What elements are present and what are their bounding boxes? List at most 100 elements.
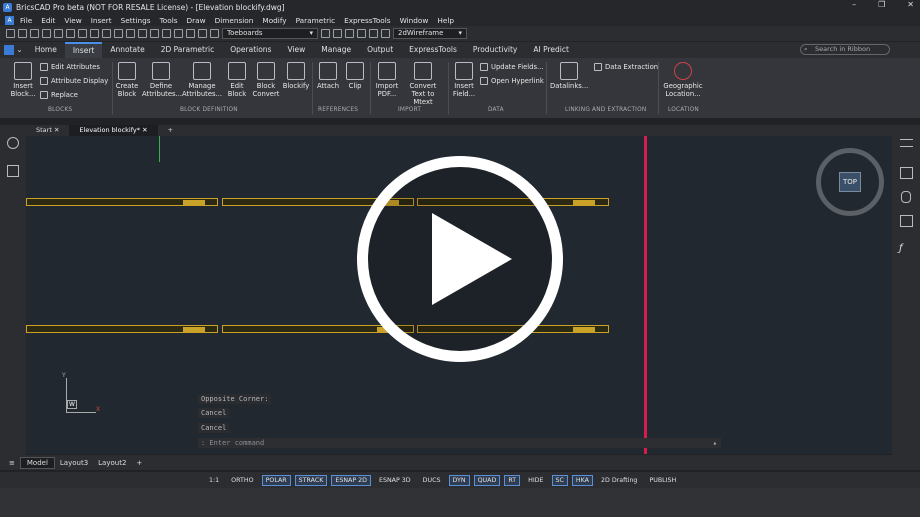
app-menu-button[interactable]: ⌄: [0, 42, 27, 58]
clip-button[interactable]: Clip: [344, 62, 366, 90]
save-icon[interactable]: [30, 29, 39, 38]
close-icon[interactable]: ✕: [142, 126, 147, 134]
workspace-selector[interactable]: 2D Drafting: [597, 475, 641, 486]
lightbulb-icon[interactable]: [7, 137, 19, 149]
color-icon[interactable]: [345, 29, 354, 38]
menu-file[interactable]: File: [20, 16, 32, 25]
annotation-scale[interactable]: 1:1: [205, 475, 223, 486]
print-preview-icon[interactable]: [66, 29, 75, 38]
library-icon[interactable]: [162, 29, 171, 38]
menu-view[interactable]: View: [64, 16, 81, 25]
menu-dimension[interactable]: Dimension: [215, 16, 254, 25]
datalinks-button[interactable]: Datalinks...: [550, 62, 588, 90]
polar-toggle[interactable]: POLAR: [261, 474, 291, 486]
tab-insert[interactable]: Insert: [64, 42, 103, 58]
tab-annotate[interactable]: Annotate: [102, 42, 152, 58]
chevron-up-icon[interactable]: ▴: [713, 438, 717, 448]
rt-toggle[interactable]: RT: [504, 474, 521, 486]
ortho-toggle[interactable]: ORTHO: [227, 475, 257, 486]
close-button[interactable]: ✕: [907, 0, 914, 9]
open-hyperlink-button[interactable]: Open Hyperlink: [480, 77, 544, 85]
import-pdf-button[interactable]: Import PDF...: [374, 62, 400, 98]
cut-icon[interactable]: [78, 29, 87, 38]
maximize-button[interactable]: ❐: [878, 0, 885, 9]
properties-panel-icon[interactable]: [900, 139, 913, 147]
hide-toggle[interactable]: HIDE: [524, 475, 547, 486]
tab-layout3[interactable]: Layout3: [55, 459, 93, 467]
esnap-3d-toggle[interactable]: ESNAP 3D: [375, 475, 415, 486]
redo-icon[interactable]: [186, 29, 195, 38]
layers-panel-icon[interactable]: [900, 167, 913, 179]
insert-block-button[interactable]: Insert Block...: [8, 62, 38, 98]
attachments-icon[interactable]: [901, 191, 911, 203]
menu-window[interactable]: Window: [400, 16, 429, 25]
layer-color-icon[interactable]: [210, 29, 219, 38]
define-attributes-button[interactable]: Define Attributes...: [142, 62, 182, 98]
dyn-toggle[interactable]: DYN: [448, 474, 470, 486]
toeboard-block[interactable]: [26, 325, 218, 333]
plot-style-icon[interactable]: [357, 29, 366, 38]
attribute-display-button[interactable]: Attribute Display: [40, 77, 108, 85]
tab-layout2[interactable]: Layout2: [93, 459, 131, 467]
publish-button[interactable]: PUBLISH: [645, 475, 680, 486]
properties-icon[interactable]: [126, 29, 135, 38]
update-fields-button[interactable]: Update Fields...: [480, 63, 544, 71]
esnap-2d-toggle[interactable]: ESNAP 2D: [331, 474, 371, 486]
blockify-button[interactable]: Blockify: [282, 62, 310, 90]
strack-toggle[interactable]: STRACK: [294, 474, 328, 486]
undo-icon[interactable]: [174, 29, 183, 38]
menu-insert[interactable]: Insert: [91, 16, 112, 25]
menu-draw[interactable]: Draw: [187, 16, 206, 25]
print-icon[interactable]: [54, 29, 63, 38]
tab-ai-predict[interactable]: AI Predict: [525, 42, 577, 58]
insert-field-button[interactable]: Insert Field...: [452, 62, 476, 98]
new-icon[interactable]: [6, 29, 15, 38]
lineweight-icon[interactable]: [333, 29, 342, 38]
close-icon[interactable]: ✕: [54, 126, 59, 134]
add-layout-plus-icon[interactable]: +: [131, 459, 147, 467]
menu-expresstools[interactable]: ExpressTools: [344, 16, 390, 25]
menu-parametric[interactable]: Parametric: [296, 16, 336, 25]
quad-toggle[interactable]: QUAD: [473, 474, 501, 486]
menu-edit[interactable]: Edit: [41, 16, 55, 25]
ducs-toggle[interactable]: DUCS: [419, 475, 445, 486]
hka-toggle[interactable]: HKA: [571, 474, 593, 486]
save-as-icon[interactable]: [42, 29, 51, 38]
explorer-icon[interactable]: [150, 29, 159, 38]
tab-manage[interactable]: Manage: [313, 42, 359, 58]
match-icon[interactable]: [114, 29, 123, 38]
new-tab-plus-icon[interactable]: +: [158, 125, 183, 136]
tab-2d-parametric[interactable]: 2D Parametric: [153, 42, 223, 58]
render-icon[interactable]: [381, 29, 390, 38]
viewcube[interactable]: TOP: [816, 148, 884, 216]
tab-productivity[interactable]: Productivity: [465, 42, 525, 58]
visual-style-dropdown[interactable]: 2dWireframe ▾: [393, 28, 467, 39]
layer-state-icon[interactable]: [198, 29, 207, 38]
layers-icon[interactable]: [138, 29, 147, 38]
tab-model[interactable]: Model: [19, 456, 55, 469]
sc-toggle[interactable]: SC: [551, 474, 568, 486]
menu-icon[interactable]: ≡: [4, 459, 20, 467]
ribbon-search-input[interactable]: ⌕ Search in Ribbon: [800, 44, 890, 55]
command-input[interactable]: : Enter command ▴: [198, 438, 721, 448]
tab-operations[interactable]: Operations: [222, 42, 279, 58]
manage-attributes-button[interactable]: Manage Attributes...: [182, 62, 222, 98]
linetype-icon[interactable]: [321, 29, 330, 38]
menu-tools[interactable]: Tools: [160, 16, 178, 25]
open-icon[interactable]: [18, 29, 27, 38]
minimize-button[interactable]: –: [852, 0, 856, 9]
tab-view[interactable]: View: [279, 42, 313, 58]
tab-elevation-blockify[interactable]: Elevation blockify* ✕: [69, 125, 158, 136]
library-panel-icon[interactable]: [900, 215, 913, 227]
geo-location-button[interactable]: Geographic Location...: [662, 62, 704, 98]
create-block-button[interactable]: Create Block: [114, 62, 140, 98]
menu-modify[interactable]: Modify: [262, 16, 286, 25]
function-icon[interactable]: ƒ: [899, 243, 903, 254]
structure-tree-icon[interactable]: [7, 165, 19, 177]
tab-home[interactable]: Home: [27, 42, 65, 58]
tab-expresstools[interactable]: ExpressTools: [401, 42, 465, 58]
menu-help[interactable]: Help: [437, 16, 454, 25]
edit-block-button[interactable]: Edit Block: [226, 62, 248, 98]
copy-icon[interactable]: [90, 29, 99, 38]
settings-icon[interactable]: [369, 29, 378, 38]
